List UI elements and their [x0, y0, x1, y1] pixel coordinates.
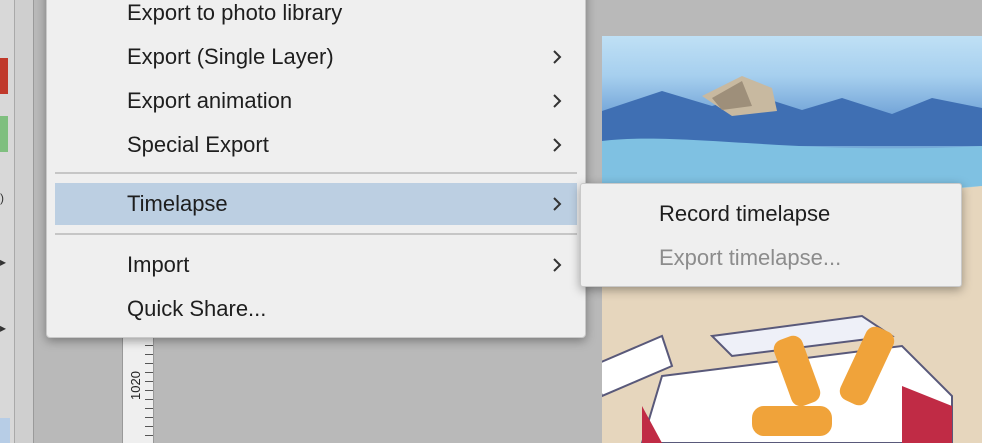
tool-button-green[interactable] — [0, 116, 8, 152]
menu-separator — [55, 233, 577, 235]
tool-arrow-icon-2[interactable]: ▸ — [0, 322, 8, 334]
menu-item-import[interactable]: Import — [55, 245, 577, 285]
menu-item-special-export[interactable]: Special Export — [55, 125, 577, 165]
file-menu: Export to photo library Export (Single L… — [46, 0, 586, 338]
menu-separator — [55, 172, 577, 174]
chevron-right-icon — [553, 197, 562, 211]
tool-selected[interactable] — [0, 418, 10, 443]
menu-item-quick-share[interactable]: Quick Share... — [55, 289, 577, 329]
menu-item-label: Export to photo library — [127, 0, 343, 25]
tool-button-red[interactable] — [0, 58, 8, 94]
chevron-right-icon — [553, 94, 562, 108]
tool-arrow-icon[interactable]: ▸ — [0, 256, 8, 268]
menu-item-export-photo-library[interactable]: Export to photo library — [55, 0, 577, 33]
menu-item-timelapse[interactable]: Timelapse — [55, 183, 577, 225]
chevron-right-icon — [553, 258, 562, 272]
timelapse-submenu: Record timelapse Export timelapse... — [580, 183, 962, 287]
tool-glyph-icon[interactable]: ) — [0, 192, 8, 204]
menu-item-label: Quick Share... — [127, 296, 267, 321]
tool-palette: ) ▸ ▸ — [0, 0, 15, 443]
menu-item-export-animation[interactable]: Export animation — [55, 81, 577, 121]
menu-item-label: Export animation — [127, 88, 293, 113]
chevron-right-icon — [553, 138, 562, 152]
menu-item-label: Timelapse — [127, 191, 228, 216]
menu-item-export-single-layer[interactable]: Export (Single Layer) — [55, 37, 577, 77]
ruler-label: 1020 — [128, 371, 143, 400]
submenu-item-export-timelapse: Export timelapse... — [659, 245, 842, 270]
chevron-right-icon — [553, 50, 562, 64]
menu-item-label: Special Export — [127, 132, 269, 157]
panel-gutter — [15, 0, 34, 443]
submenu-item-record-timelapse[interactable]: Record timelapse — [659, 200, 830, 228]
menu-item-label: Import — [127, 252, 190, 277]
menu-item-label: Export (Single Layer) — [127, 44, 334, 69]
